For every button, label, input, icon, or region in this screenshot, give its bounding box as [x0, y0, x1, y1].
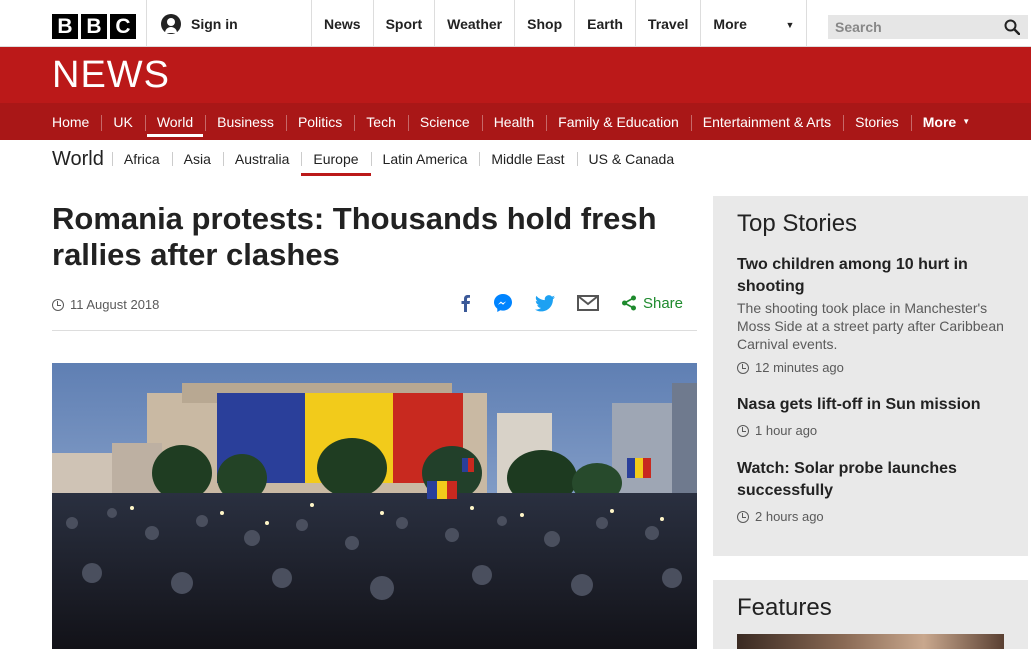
- story-summary: The shooting took place in Manchester's …: [737, 300, 1004, 352]
- article-date: 11 August 2018: [52, 297, 159, 312]
- subnav-australia[interactable]: Australia: [222, 144, 301, 174]
- sign-in-link[interactable]: Sign in: [146, 0, 312, 47]
- facebook-icon[interactable]: [459, 294, 471, 312]
- search-box: [828, 15, 1028, 39]
- top-story-item[interactable]: Watch: Solar probe launches successfully…: [737, 458, 1007, 524]
- article-hero-image: [52, 363, 697, 649]
- logo-letter-c: C: [110, 14, 136, 39]
- section-home[interactable]: Home: [40, 103, 101, 140]
- story-time: 1 hour ago: [737, 423, 1007, 438]
- section-uk[interactable]: UK: [101, 103, 144, 140]
- clock-icon: [52, 298, 64, 311]
- feature-thumbnail[interactable]: [737, 634, 1004, 649]
- global-nav-more-label: More: [713, 15, 747, 32]
- section-world[interactable]: World: [144, 103, 205, 140]
- section-tech[interactable]: Tech: [354, 103, 408, 140]
- protest-crowd-photo: [52, 363, 697, 649]
- story-title[interactable]: Nasa gets lift-off in Sun mission: [737, 394, 1007, 416]
- story-title[interactable]: Watch: Solar probe launches successfully: [737, 458, 1007, 502]
- top-story-item[interactable]: Two children among 10 hurt in shooting T…: [737, 254, 1007, 375]
- story-time: 2 hours ago: [737, 509, 1007, 524]
- global-nav-weather[interactable]: Weather: [435, 0, 516, 47]
- global-nav-travel[interactable]: Travel: [636, 0, 702, 47]
- global-nav-more[interactable]: More ▼: [701, 0, 808, 47]
- article-date-text: 11 August 2018: [70, 297, 160, 312]
- section-politics[interactable]: Politics: [285, 103, 354, 140]
- section-health[interactable]: Health: [481, 103, 546, 140]
- share-button[interactable]: Share: [621, 295, 683, 312]
- twitter-icon[interactable]: [534, 294, 555, 312]
- caret-down-icon: ▼: [962, 117, 971, 126]
- subnav-title[interactable]: World: [52, 148, 104, 171]
- features-title: Features: [737, 594, 832, 621]
- article-headline: Romania protests: Thousands hold fresh r…: [52, 201, 657, 272]
- subnav-us-canada[interactable]: US & Canada: [576, 144, 687, 174]
- messenger-icon[interactable]: [493, 293, 513, 313]
- global-nav-shop[interactable]: Shop: [515, 0, 576, 47]
- user-icon: [161, 13, 181, 34]
- logo-letter-b1: B: [52, 14, 78, 39]
- chevron-down-icon: ▼: [785, 20, 795, 30]
- clock-icon: [737, 361, 749, 374]
- global-header: B B C Sign in News Sport Weather Shop Ea…: [0, 0, 1031, 47]
- section-entertainment-arts[interactable]: Entertainment & Arts: [690, 103, 843, 140]
- subnav-middle-east[interactable]: Middle East: [479, 144, 576, 174]
- global-nav-sport[interactable]: Sport: [374, 0, 436, 47]
- top-stories-title: Top Stories: [737, 210, 858, 237]
- share-tools: Share: [459, 293, 683, 313]
- section-science[interactable]: Science: [407, 103, 482, 140]
- subnav-europe[interactable]: Europe: [301, 144, 371, 176]
- world-subnav: World Africa Asia Australia Europe Latin…: [52, 143, 687, 176]
- clock-icon: [737, 510, 749, 523]
- sign-in-label: Sign in: [191, 15, 238, 32]
- logo-letter-b2: B: [81, 14, 107, 39]
- top-story-item[interactable]: Nasa gets lift-off in Sun mission 1 hour…: [737, 394, 1007, 438]
- section-business[interactable]: Business: [205, 103, 286, 140]
- section-nav: Home UK World Business Politics Tech Sci…: [0, 103, 1031, 140]
- subnav-latin-america[interactable]: Latin America: [370, 144, 480, 174]
- clock-icon: [737, 424, 749, 437]
- global-nav: News Sport Weather Shop Earth Travel Mor…: [312, 0, 808, 47]
- global-nav-earth[interactable]: Earth: [575, 0, 636, 47]
- story-title[interactable]: Two children among 10 hurt in shooting: [737, 254, 1007, 298]
- share-icon: [621, 295, 636, 311]
- search-input[interactable]: [835, 19, 995, 35]
- news-brand-title[interactable]: NEWS: [52, 54, 170, 97]
- bbc-logo[interactable]: B B C: [52, 14, 136, 39]
- section-stories[interactable]: Stories: [843, 103, 911, 140]
- email-icon[interactable]: [576, 295, 599, 311]
- top-stories-panel: Top Stories Two children among 10 hurt i…: [713, 196, 1028, 556]
- section-family-education[interactable]: Family & Education: [546, 103, 691, 140]
- section-more-label: More: [922, 113, 957, 130]
- news-banner: NEWS: [0, 47, 1031, 103]
- features-panel: Features: [713, 580, 1028, 649]
- story-time-text: 12 minutes ago: [755, 360, 844, 375]
- subnav-africa[interactable]: Africa: [111, 144, 172, 174]
- story-time-text: 1 hour ago: [755, 423, 818, 438]
- story-time-text: 2 hours ago: [755, 509, 824, 524]
- global-nav-news[interactable]: News: [312, 0, 374, 47]
- section-more[interactable]: More ▼: [910, 103, 982, 140]
- share-label: Share: [642, 294, 683, 312]
- article-meta: 11 August 2018 Share: [52, 290, 697, 331]
- subnav-asia[interactable]: Asia: [171, 144, 223, 174]
- story-time: 12 minutes ago: [737, 360, 1007, 375]
- search-icon[interactable]: [1004, 19, 1020, 35]
